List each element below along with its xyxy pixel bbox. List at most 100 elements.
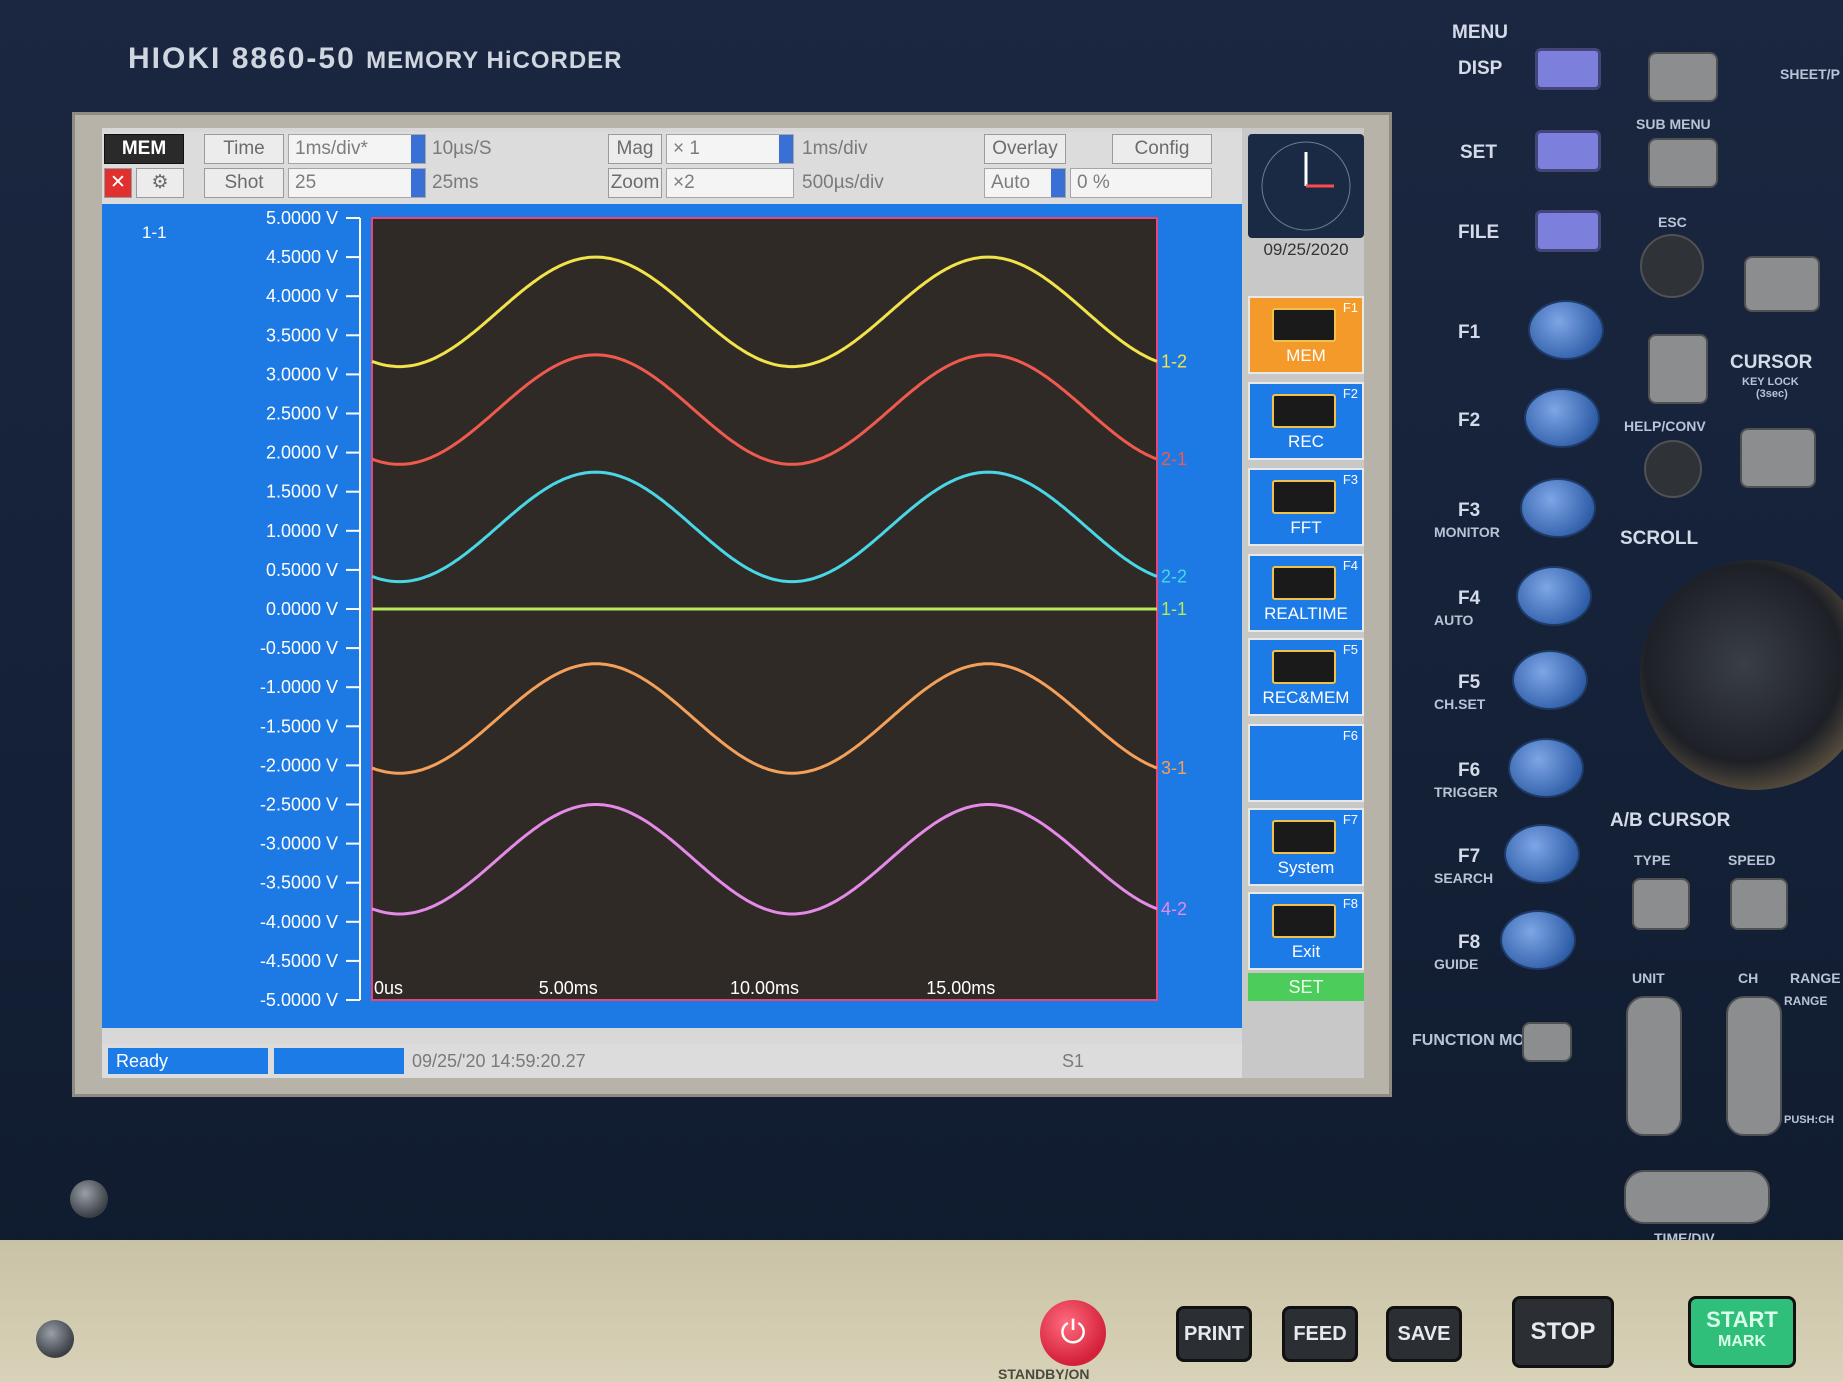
x-tick-label: 15.00ms [926, 978, 995, 998]
scroll-label: SCROLL [1620, 528, 1699, 549]
stop-button[interactable]: STOP [1512, 1296, 1614, 1368]
zoom-div: 500µs/div [802, 172, 884, 193]
fkey-system[interactable]: F7 System [1248, 808, 1364, 886]
fkey-rec[interactable]: F2 REC [1248, 382, 1364, 460]
function-mode-button[interactable] [1522, 1022, 1572, 1062]
start-button[interactable]: START MARK [1688, 1296, 1796, 1368]
shot-button[interactable]: Shot [204, 168, 284, 198]
sample-rate: 10µs/S [432, 138, 492, 159]
fkey-mem[interactable]: F1 MEM [1248, 296, 1364, 374]
y-tick-label: 4.5000 V [266, 247, 338, 267]
print-button[interactable]: PRINT [1176, 1306, 1252, 1362]
type-button[interactable] [1632, 878, 1690, 930]
overlay-button[interactable]: Overlay [984, 134, 1066, 164]
type-label: TYPE [1634, 852, 1671, 868]
esc-button[interactable] [1640, 234, 1704, 298]
fkey-number: F1 [1342, 300, 1358, 315]
config-button[interactable]: Config [1112, 134, 1212, 164]
panel-fkey-button[interactable] [1516, 566, 1592, 626]
file-button[interactable] [1535, 210, 1601, 252]
y-tick-label: 4.0000 V [266, 286, 338, 306]
cursor-down-button[interactable] [1740, 428, 1816, 488]
menu-heading: MENU [1452, 22, 1508, 43]
time-div-slider[interactable] [1624, 1170, 1770, 1224]
gear-icon[interactable]: ⚙ [136, 168, 184, 198]
power-button[interactable]: ⏻ [1040, 1300, 1106, 1366]
key-lock-label: KEY LOCK [1742, 376, 1799, 388]
feed-button[interactable]: FEED [1282, 1306, 1358, 1362]
y-tick-label: -1.5000 V [260, 716, 338, 736]
set-button[interactable] [1535, 130, 1601, 172]
zoom-select[interactable]: ×2 [666, 168, 794, 198]
close-icon[interactable]: ✕ [104, 168, 132, 198]
help-button[interactable] [1644, 440, 1702, 498]
waveform-chart[interactable]: 1-1 5.0000 V 4.5000 V 4.0000 V 3.5000 V 3.000… [102, 204, 1242, 1028]
y-tick-label: 3.0000 V [266, 364, 338, 384]
fkey-label: MEM [1286, 346, 1326, 365]
panel-fkey-sublabel: CH.SET [1434, 696, 1486, 712]
unit-slider[interactable] [1626, 996, 1682, 1136]
mag-value: × 1 [673, 138, 700, 159]
mag-button[interactable]: Mag [608, 134, 662, 164]
fkey-number: F2 [1342, 386, 1358, 401]
zoom-button[interactable]: Zoom [608, 168, 662, 198]
panel-fkey-button[interactable] [1524, 388, 1600, 448]
panel-fkey-sublabel: MONITOR [1434, 524, 1500, 540]
scroll-knob[interactable] [1640, 560, 1843, 790]
cursor-up-button[interactable] [1744, 256, 1820, 312]
panel-fkey-button[interactable] [1500, 910, 1576, 970]
set-key[interactable]: SET [1248, 973, 1364, 1001]
waveform-icon [1272, 566, 1336, 600]
trigger-mode-select[interactable]: Auto [984, 168, 1066, 198]
y-tick-label: 3.5000 V [266, 325, 338, 345]
sub-menu-down-button[interactable] [1648, 138, 1718, 188]
y-tick-label: 2.0000 V [266, 443, 338, 463]
panel-fkey-button[interactable] [1528, 300, 1604, 360]
mag-select[interactable]: × 1 [666, 134, 794, 164]
waveform-icon [1272, 904, 1336, 938]
brand-name: HIOKI [128, 42, 222, 75]
waveform-icon [1272, 394, 1336, 428]
fkey-fft[interactable]: F3 FFT [1248, 468, 1364, 546]
fkey-blank[interactable]: F6 [1248, 724, 1364, 802]
panel-fkey-button[interactable] [1504, 824, 1580, 884]
fkey-number: F6 [1342, 728, 1358, 743]
function-key-menu: 09/25/2020 F1 MEM F2 REC F3 FFT F4 REALTIME F5 RE… [1242, 128, 1364, 1078]
fkey-label: Exit [1291, 942, 1321, 961]
cursor-label: CURSOR [1730, 352, 1813, 373]
help-label: HELP/CONV [1624, 418, 1706, 434]
dropdown-arrow-icon [411, 135, 425, 163]
device-brand: HIOKI 8860-50 MEMORY HiCORDER [128, 42, 623, 76]
panel-fkey-button[interactable] [1512, 650, 1588, 710]
push-ch-label: PUSH:CH [1784, 1114, 1835, 1126]
time-button[interactable]: Time [204, 134, 284, 164]
time-div-select[interactable]: 1ms/div* [288, 134, 426, 164]
sub-menu-up-button[interactable] [1648, 52, 1718, 102]
shot-select[interactable]: 25 [288, 168, 426, 198]
panel-fkey-label: F1 [1458, 322, 1481, 343]
speed-button[interactable] [1730, 878, 1788, 930]
toolbar-row-2: ✕ ⚙ Shot 25 25ms Zoom ×2 500µs/div Auto … [102, 168, 1242, 204]
ch-slider[interactable] [1726, 996, 1782, 1136]
disp-button[interactable] [1535, 48, 1601, 90]
panel-fkey-label: F8 [1458, 932, 1481, 953]
trigger-pct-field[interactable]: 0 % [1070, 168, 1212, 198]
disp-label: DISP [1458, 58, 1503, 79]
fkey-exit[interactable]: F8 Exit [1248, 892, 1364, 970]
y-tick-label: -3.5000 V [260, 873, 338, 893]
cursor-left-button[interactable] [1648, 334, 1708, 404]
fkey-number: F8 [1342, 896, 1358, 911]
y-tick-label: -2.0000 V [260, 755, 338, 775]
shot-time: 25ms [432, 172, 479, 193]
waveform-icon [1272, 480, 1336, 514]
save-button[interactable]: SAVE [1386, 1306, 1462, 1362]
fkey-number: F7 [1342, 812, 1358, 827]
fkey-realtime[interactable]: F4 REALTIME [1248, 554, 1364, 632]
clock-date: 09/25/2020 [1263, 240, 1349, 259]
panel-fkey-button[interactable] [1520, 478, 1596, 538]
fkey-label: System [1277, 858, 1335, 877]
x-tick-label: 0us [374, 978, 403, 998]
fkey-rec-mem[interactable]: F5 REC&MEM [1248, 638, 1364, 716]
panel-fkey-label: F7 [1458, 846, 1481, 867]
panel-fkey-button[interactable] [1508, 738, 1584, 798]
